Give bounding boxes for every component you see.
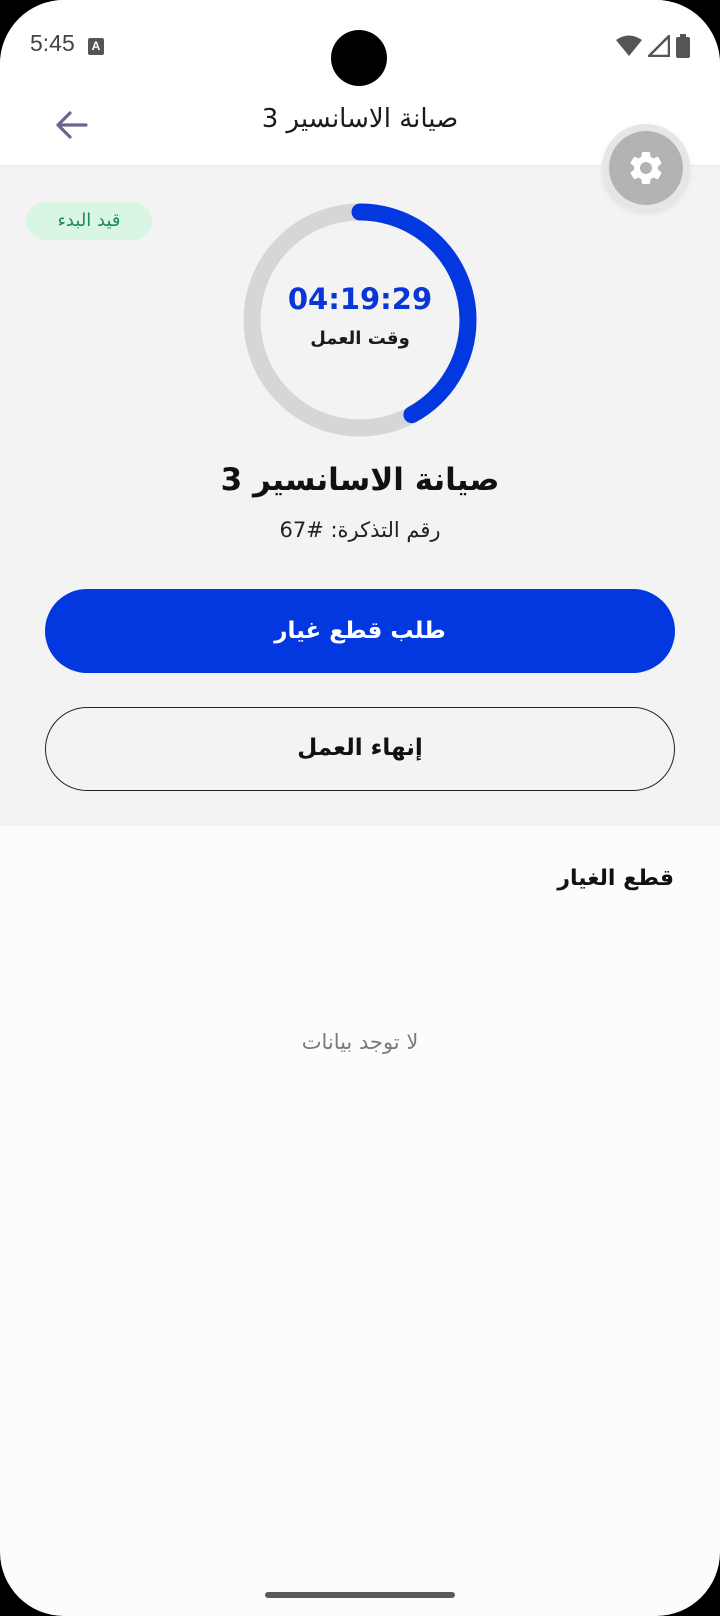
notification-icon: A	[88, 38, 104, 55]
settings-button[interactable]	[602, 124, 690, 212]
parts-section-title: قطع الغيار	[557, 866, 674, 891]
wifi-icon	[616, 35, 642, 56]
ticket-number: رقم التذكرة: #67	[279, 518, 441, 542]
home-indicator[interactable]	[265, 1592, 455, 1598]
status-time: 5:45	[30, 30, 75, 56]
status-bar: 5:45 A	[0, 0, 720, 96]
job-summary-section: قيد البدء 04:19:29 وقت العمل صيانة الاسا…	[0, 166, 720, 826]
status-icons	[616, 34, 690, 58]
phone-screen: 5:45 A صيانة الاسانسير 3 قيد البدء 04:19…	[0, 0, 720, 1616]
camera-cutout	[331, 30, 387, 86]
status-badge: قيد البدء	[26, 202, 152, 240]
request-parts-button[interactable]: طلب قطع غيار	[45, 589, 675, 673]
empty-state-text: لا توجد بيانات	[301, 1030, 419, 1054]
finish-work-button[interactable]: إنهاء العمل	[45, 707, 675, 791]
job-title: صيانة الاسانسير 3	[220, 462, 500, 498]
timer-ring	[243, 203, 477, 437]
signal-icon	[648, 35, 670, 57]
timer-value: 04:19:29	[287, 282, 433, 316]
battery-icon	[676, 34, 690, 58]
page-title: صيانة الاسانسير 3	[261, 104, 459, 134]
settings-button-inner	[609, 131, 683, 205]
gear-icon	[630, 152, 662, 184]
timer-label: وقت العمل	[310, 328, 410, 349]
